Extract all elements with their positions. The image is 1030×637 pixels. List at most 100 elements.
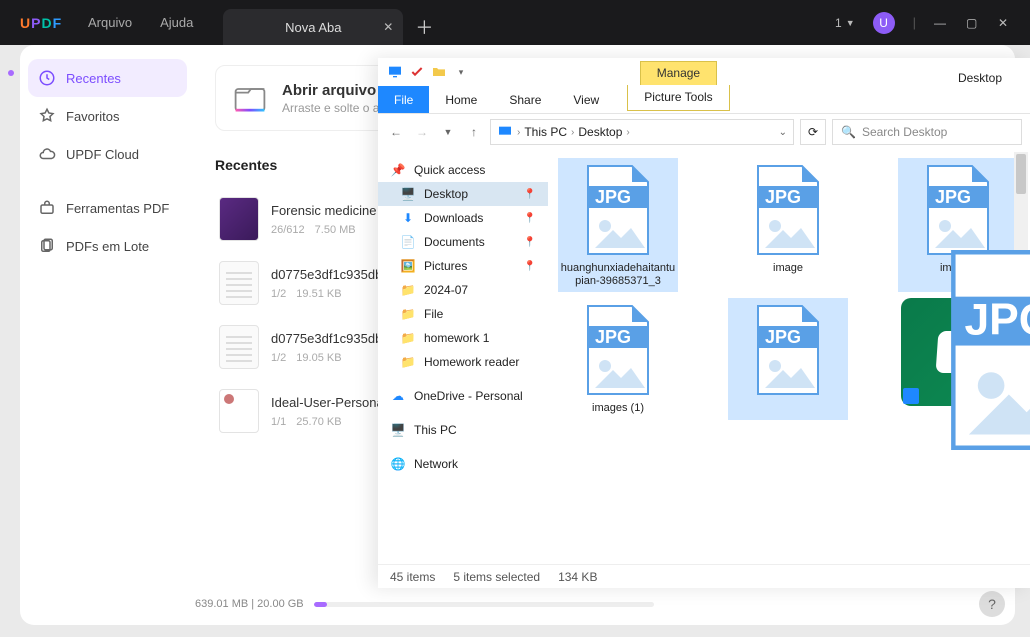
file-caption: huanghunxiadehaitantupian-39685371_3 <box>560 262 676 288</box>
folder-icon: 📁 <box>400 282 416 298</box>
minimize-button[interactable]: — <box>934 16 948 30</box>
folder-icon: 📁 <box>400 354 416 370</box>
tree-folder[interactable]: 📁File <box>378 302 548 326</box>
status-size: 134 KB <box>558 570 597 584</box>
nav-forward[interactable]: → <box>412 122 432 142</box>
tree-folder[interactable]: 📁2024-07 <box>378 278 548 302</box>
monitor-small-icon <box>497 124 513 140</box>
file-caption: image <box>773 262 803 275</box>
svg-text:JPG: JPG <box>935 187 971 207</box>
tree-documents[interactable]: 📄Documents📍 <box>378 230 548 254</box>
new-tab-button[interactable]: ＋ <box>415 9 433 45</box>
tab-nova-aba[interactable]: Nova Aba ✕ <box>223 9 403 45</box>
menu-file[interactable]: Arquivo <box>88 15 132 30</box>
tree-downloads[interactable]: ⬇Downloads📍 <box>378 206 548 230</box>
file-pages: 1/1 <box>271 416 286 428</box>
cloud-icon: ☁ <box>390 388 406 404</box>
app-logo: UPDF <box>0 15 60 31</box>
sidebar-item-label: Recentes <box>66 71 121 86</box>
sidebar-item-label: UPDF Cloud <box>66 147 139 162</box>
svg-text:JPG: JPG <box>595 327 631 347</box>
file-pages: 26/612 <box>271 224 305 236</box>
file-card[interactable]: JPG huanghunxiadehaitantupian-39685371_3 <box>558 158 678 292</box>
storage-text: 639.01 MB | 20.00 GB <box>195 598 304 610</box>
file-size: 19.51 KB <box>296 288 341 300</box>
refresh-button[interactable]: ⟳ <box>800 119 826 145</box>
jpg-icon: JPG <box>743 162 833 258</box>
tree-onedrive[interactable]: ☁OneDrive - Personal <box>378 384 548 408</box>
window-count[interactable]: 1▼ <box>835 16 855 30</box>
address-bar[interactable]: › This PC › Desktop › ⌄ <box>490 119 794 145</box>
tree-pictures[interactable]: 🖼️Pictures📍 <box>378 254 548 278</box>
tree-quick-access[interactable]: 📌Quick access <box>378 158 548 182</box>
cloud-icon <box>38 145 56 163</box>
star-icon <box>38 107 56 125</box>
file-card[interactable]: JPG images (1) <box>558 298 678 419</box>
svg-text:JPG: JPG <box>595 187 631 207</box>
file-card[interactable]: JPG image <box>728 158 848 292</box>
nav-up[interactable]: ↑ <box>464 122 484 142</box>
avatar[interactable]: U <box>873 12 895 34</box>
sidebar-item-label: Ferramentas PDF <box>66 201 169 216</box>
explorer-tree: 📌Quick access 🖥️Desktop📍 ⬇Downloads📍 📄Do… <box>378 150 548 564</box>
folder-icon <box>232 80 268 116</box>
file-thumb <box>219 197 259 241</box>
menu-help[interactable]: Ajuda <box>160 15 193 30</box>
jpg-icon: JPG <box>573 162 663 258</box>
tree-folder[interactable]: 📁homework 1 <box>378 326 548 350</box>
ribbon-picture-tools[interactable]: Picture Tools <box>627 85 729 111</box>
folder-small-icon[interactable] <box>430 63 448 81</box>
notification-dot <box>8 70 14 76</box>
monitor-icon[interactable] <box>386 63 404 81</box>
search-box[interactable]: 🔍 Search Desktop <box>832 119 1022 145</box>
nav-history[interactable]: ▼ <box>438 122 458 142</box>
file-thumb <box>219 261 259 305</box>
file-card[interactable]: JPG <box>728 298 848 419</box>
sidebar-item-cloud[interactable]: UPDF Cloud <box>28 135 187 173</box>
file-pages: 1/2 <box>271 288 286 300</box>
tree-network[interactable]: 🌐Network <box>378 452 548 476</box>
sidebar-item-tools[interactable]: Ferramentas PDF <box>28 189 187 227</box>
pinned-icon: 📍 <box>524 213 536 224</box>
ribbon-share[interactable]: Share <box>493 86 557 113</box>
explorer-nav: ← → ▼ ↑ › This PC › Desktop › ⌄ ⟳ 🔍 Sear… <box>378 114 1030 150</box>
tree-desktop[interactable]: 🖥️Desktop📍 <box>378 182 548 206</box>
close-button[interactable]: ✕ <box>998 16 1012 30</box>
breadcrumb-desktop[interactable]: Desktop <box>578 125 622 139</box>
file-thumb <box>219 325 259 369</box>
ribbon-view[interactable]: View <box>557 86 615 113</box>
ribbon-manage[interactable]: Manage <box>640 61 717 85</box>
check-icon[interactable] <box>408 63 426 81</box>
status-items: 45 items <box>390 570 435 584</box>
file-pages: 1/2 <box>271 352 286 364</box>
jpg-icon: JPG <box>743 302 833 398</box>
sidebar-item-label: PDFs em Lote <box>66 239 149 254</box>
sidebar-item-batch[interactable]: PDFs em Lote <box>28 227 187 265</box>
titlebar: UPDF Arquivo Ajuda Nova Aba ✕ ＋ 1▼ U | —… <box>0 0 1030 45</box>
qat-dropdown-icon[interactable]: ▾ <box>452 63 470 81</box>
ribbon-home[interactable]: Home <box>429 86 493 113</box>
search-icon: 🔍 <box>841 125 856 139</box>
help-button[interactable]: ? <box>979 591 1005 617</box>
addr-dropdown-icon[interactable]: ⌄ <box>779 127 787 138</box>
tab-label: Nova Aba <box>285 20 341 35</box>
network-icon: 🌐 <box>390 456 406 472</box>
file-size: 19.05 KB <box>296 352 341 364</box>
desktop-icon: 🖥️ <box>400 186 416 202</box>
tree-folder[interactable]: 📁Homework reader <box>378 350 548 374</box>
nav-back[interactable]: ← <box>386 122 406 142</box>
sidebar-item-favoritos[interactable]: Favoritos <box>28 97 187 135</box>
explorer-status: 45 items 5 items selected 134 KB <box>378 564 1030 588</box>
sidebar-item-recentes[interactable]: Recentes <box>28 59 187 97</box>
tree-thispc[interactable]: 🖥️This PC <box>378 418 548 442</box>
document-icon: 📄 <box>400 234 416 250</box>
close-tab-icon[interactable]: ✕ <box>383 20 393 34</box>
breadcrumb-pc[interactable]: This PC <box>524 125 567 139</box>
download-icon: ⬇ <box>400 210 416 226</box>
maximize-button[interactable]: ▢ <box>966 16 980 30</box>
sidebar: Recentes Favoritos UPDF Cloud Ferramenta… <box>20 45 195 625</box>
jpg-large-icon: JPG <box>920 240 1030 460</box>
status-selected: 5 items selected <box>453 570 540 584</box>
svg-text:JPG: JPG <box>964 295 1030 344</box>
ribbon-file[interactable]: File <box>378 86 429 113</box>
